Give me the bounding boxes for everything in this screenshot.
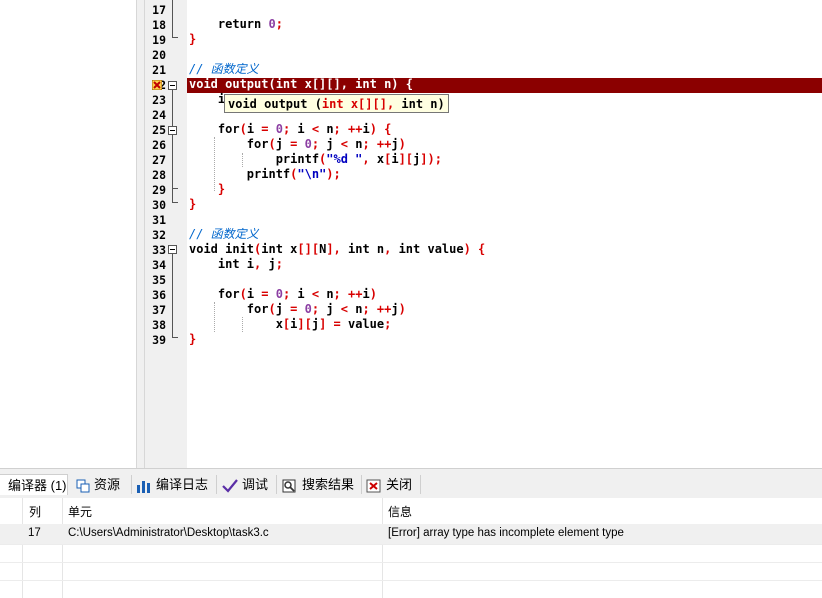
code-line[interactable]: } [189, 332, 196, 347]
line-number: 33 [152, 243, 166, 257]
row-divider [0, 580, 822, 581]
project-panel [0, 0, 136, 468]
header-unit[interactable]: 单元 [68, 503, 92, 520]
row-divider [0, 562, 822, 563]
fold-toggle-icon[interactable] [168, 126, 177, 135]
indent-guide [242, 317, 243, 332]
fold-toggle-icon[interactable] [168, 245, 177, 254]
fold-toggle-icon[interactable] [168, 81, 177, 90]
code-line[interactable]: void init(int x[][N], int n, int value) … [189, 242, 485, 257]
line-number: 24 [152, 108, 166, 122]
resources-icon [76, 479, 90, 493]
parameter-tooltip: void output (int x[][], int n) [224, 94, 449, 113]
code-line[interactable]: for(j = 0; j < n; ++j) [189, 302, 406, 317]
tab-debug[interactable]: 调试 [222, 474, 268, 495]
error-marker-icon[interactable] [152, 80, 162, 90]
code-line[interactable]: for(i = 0; i < n; ++i) [189, 287, 377, 302]
line-number: 23 [152, 93, 166, 107]
line-number: 34 [152, 258, 166, 272]
column-divider[interactable] [382, 498, 383, 598]
line-number: 29 [152, 183, 166, 197]
code-line[interactable]: } [189, 182, 225, 197]
line-number: 32 [152, 228, 166, 242]
line-number: 18 [152, 18, 166, 32]
bar-chart-icon [137, 480, 150, 493]
indent-guide [214, 302, 215, 332]
line-number: 25 [152, 123, 166, 137]
tab-resources[interactable]: 资源 [76, 474, 120, 495]
tab-compiler[interactable]: 编译器 (1) [0, 474, 68, 495]
row-divider [0, 544, 822, 545]
fold-end [172, 37, 178, 38]
indent-guide [214, 137, 215, 191]
line-number: 35 [152, 273, 166, 287]
line-number: 39 [152, 333, 166, 347]
tab-resources-label: 资源 [94, 477, 121, 492]
code-line[interactable]: // 函数定义 [189, 227, 259, 242]
cell-unit: C:\Users\Administrator\Desktop\task3.c [68, 527, 269, 539]
search-icon [282, 479, 296, 493]
checkmark-icon [222, 478, 238, 493]
tab-compile-log[interactable]: 编译日志 [136, 474, 208, 495]
code-line[interactable]: for(j = 0; j < n; ++j) [189, 137, 406, 152]
code-line[interactable]: // 函数定义 [189, 62, 259, 77]
tab-close[interactable]: 关闭 [366, 474, 412, 495]
header-info[interactable]: 信息 [388, 503, 412, 520]
code-line[interactable]: i [189, 92, 225, 107]
code-line[interactable]: return 0; [189, 17, 283, 32]
code-line[interactable]: x[i][j] = value; [189, 317, 392, 332]
close-icon [366, 479, 381, 493]
tab-search-results-label: 搜索结果 [302, 477, 355, 492]
fold-line [172, 254, 173, 337]
code-line[interactable]: } [189, 32, 196, 47]
code-editor[interactable] [187, 0, 822, 468]
fold-line [172, 0, 173, 37]
line-number: 30 [152, 198, 166, 212]
cell-info: [Error] array type has incomplete elemen… [388, 527, 624, 539]
panel-splitter[interactable] [136, 0, 145, 468]
line-number: 36 [152, 288, 166, 302]
code-line[interactable]: printf("%d ", x[i][j]); [189, 152, 442, 167]
tab-close-label: 关闭 [386, 477, 413, 492]
tab-compile-log-label: 编译日志 [156, 477, 209, 492]
header-col[interactable]: 列 [29, 503, 41, 520]
code-line[interactable]: int i, j; [189, 257, 283, 272]
line-number: 20 [152, 48, 166, 62]
line-number: 38 [152, 318, 166, 332]
line-number: 17 [152, 3, 166, 17]
line-number: 19 [152, 33, 166, 47]
tab-search-results[interactable]: 搜索结果 [282, 474, 354, 495]
line-number: 31 [152, 213, 166, 227]
line-number: 37 [152, 303, 166, 317]
tab-divider [361, 475, 362, 494]
tab-divider [216, 475, 217, 494]
column-divider[interactable] [22, 498, 23, 598]
code-line[interactable]: void output(int x[][], int n) { [189, 77, 413, 92]
tab-compiler-label: 编译器 (1) [8, 478, 67, 493]
bottom-tab-bar: 编译器 (1) 资源 编译日志 调试 搜索结果 关闭 [0, 468, 822, 498]
fold-line [172, 90, 173, 202]
code-line[interactable]: } [189, 197, 196, 212]
tab-divider [131, 475, 132, 494]
fold-end [172, 188, 178, 189]
line-number: 28 [152, 168, 166, 182]
fold-end [172, 337, 178, 338]
tab-divider [276, 475, 277, 494]
line-number: 27 [152, 153, 166, 167]
indent-guide [242, 153, 243, 167]
tab-debug-label: 调试 [242, 477, 269, 492]
line-number: 26 [152, 138, 166, 152]
line-number: 21 [152, 63, 166, 77]
cell-col: 17 [28, 527, 41, 539]
tab-divider [420, 475, 421, 494]
fold-end [172, 202, 178, 203]
column-divider[interactable] [62, 498, 63, 598]
code-line[interactable]: for(i = 0; i < n; ++i) { [189, 122, 391, 137]
code-line[interactable]: printf("\n"); [189, 167, 341, 182]
